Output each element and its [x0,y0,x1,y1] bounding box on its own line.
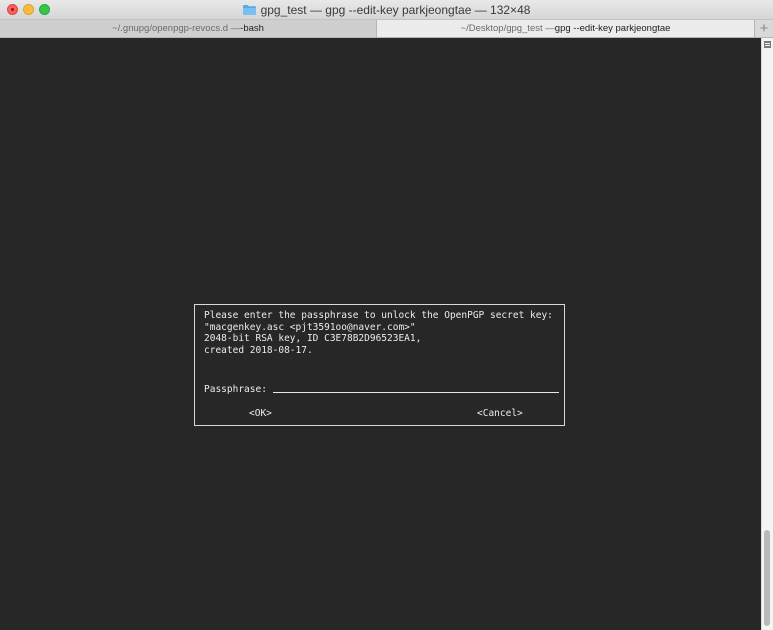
window-title: gpg_test — gpg --edit-key parkjeongtae —… [260,2,531,17]
ok-button[interactable]: <OK> [249,408,272,420]
tab-gpg[interactable]: ~/Desktop/gpg_test — gpg --edit-key park… [377,20,755,37]
passphrase-input[interactable] [272,383,559,393]
tab-gpg-command: gpg --edit-key parkjeongtae [554,23,671,34]
tab-gpg-path: ~/Desktop/gpg_test — [460,23,555,34]
cancel-button[interactable]: <Cancel> [477,408,523,420]
passphrase-row: Passphrase: [204,383,559,395]
scroll-menu-icon[interactable] [764,41,771,48]
folder-icon [242,4,256,15]
tab-bash-path: ~/.gnupg/openpgp-revocs.d — [112,23,241,34]
tab-bar: ~/.gnupg/openpgp-revocs.d — -bash ~/Desk… [0,20,773,38]
pinentry-dialog: Please enter the passphrase to unlock th… [194,304,565,426]
tab-bash[interactable]: ~/.gnupg/openpgp-revocs.d — -bash [0,20,377,37]
terminal-view[interactable]: Please enter the passphrase to unlock th… [0,38,761,630]
dialog-prompt-line: Please enter the passphrase to unlock th… [204,310,553,321]
tab-bash-command: -bash [240,23,264,34]
window-title-group: gpg_test — gpg --edit-key parkjeongtae —… [0,0,773,19]
new-tab-button[interactable]: + [755,20,773,37]
dialog-key-id-line: 2048-bit RSA key, ID C3E78B2D96523EA1, [204,333,422,344]
passphrase-label: Passphrase: [204,383,267,395]
scrollbar-thumb[interactable] [764,530,770,626]
dialog-key-uid-line: "macgenkey.asc <pjt3591oo@naver.com>" [204,321,416,333]
terminal-scrollbar[interactable] [761,38,773,630]
dialog-created-line: created 2018-08-17. [204,344,313,356]
window-titlebar: gpg_test — gpg --edit-key parkjeongtae —… [0,0,773,20]
